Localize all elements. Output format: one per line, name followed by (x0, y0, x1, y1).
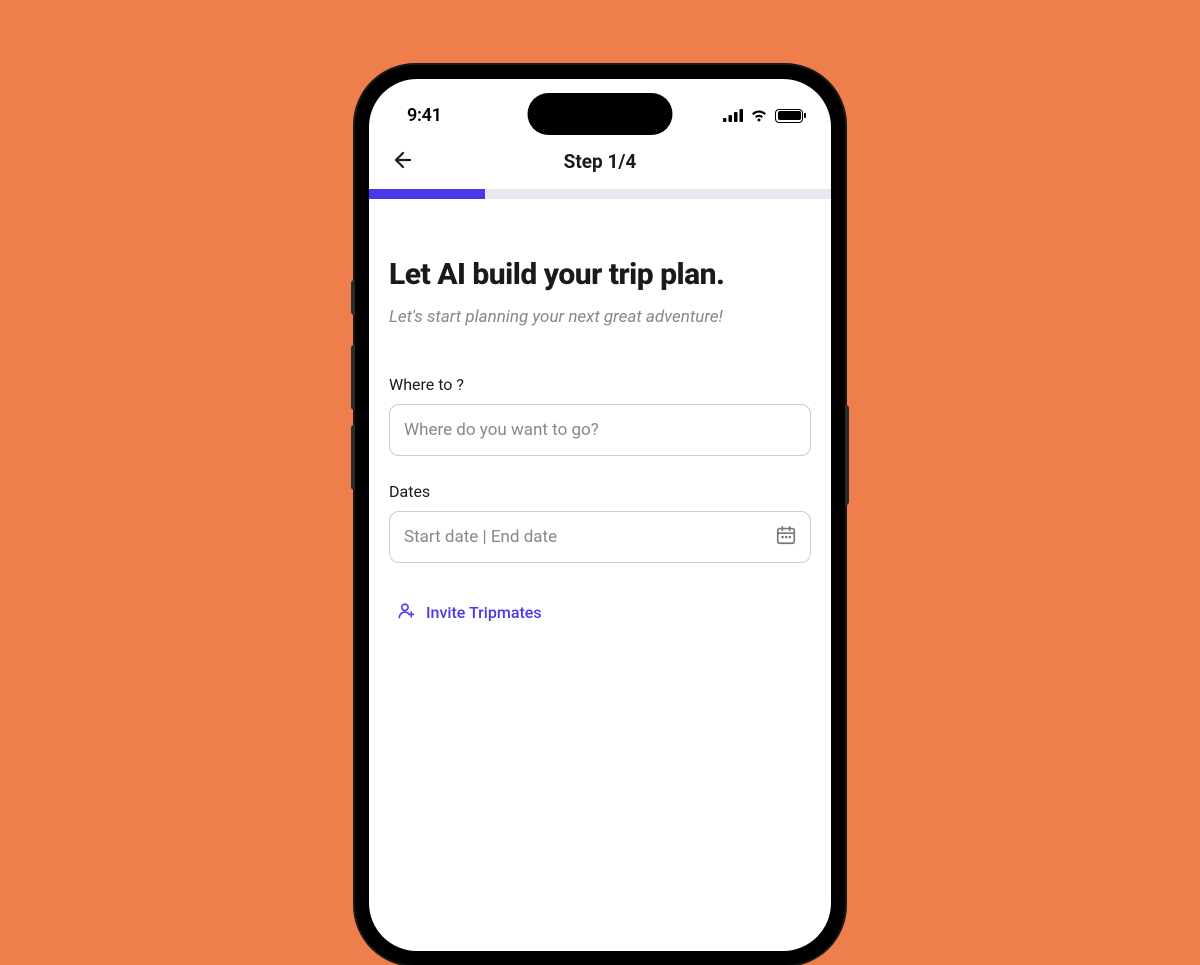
invite-tripmates-link[interactable]: Invite Tripmates (389, 589, 811, 636)
destination-input[interactable] (389, 404, 811, 456)
progress-fill (369, 189, 485, 199)
phone-side-button (351, 425, 355, 490)
nav-bar: Step 1/4 (369, 134, 831, 189)
status-icons (723, 109, 803, 123)
phone-screen: 9:41 (369, 79, 831, 951)
phone-side-button (351, 280, 355, 315)
destination-label: Where to ? (389, 375, 811, 394)
dates-label: Dates (389, 482, 811, 501)
back-button[interactable] (391, 148, 415, 176)
dynamic-island (528, 93, 673, 135)
dates-field-group: Dates (389, 482, 811, 563)
phone-side-button (845, 405, 849, 505)
invite-tripmates-label: Invite Tripmates (426, 603, 542, 622)
page-heading: Let AI build your trip plan. (389, 257, 811, 293)
destination-field-group: Where to ? (389, 375, 811, 456)
calendar-icon[interactable] (775, 524, 797, 550)
arrow-left-icon (391, 148, 415, 172)
user-plus-icon (397, 601, 416, 624)
progress-bar (369, 189, 831, 199)
content-area: Let AI build your trip plan. Let's start… (369, 199, 831, 656)
page-subheading: Let's start planning your next great adv… (389, 307, 811, 327)
dates-input-wrapper (389, 511, 811, 563)
nav-title: Step 1/4 (564, 150, 637, 173)
cellular-signal-icon (723, 109, 743, 122)
battery-icon (775, 109, 803, 123)
phone-frame: 9:41 (355, 65, 845, 965)
dates-input[interactable] (389, 511, 811, 563)
status-time: 9:41 (407, 105, 442, 126)
phone-side-button (351, 345, 355, 410)
wifi-icon (750, 109, 768, 122)
